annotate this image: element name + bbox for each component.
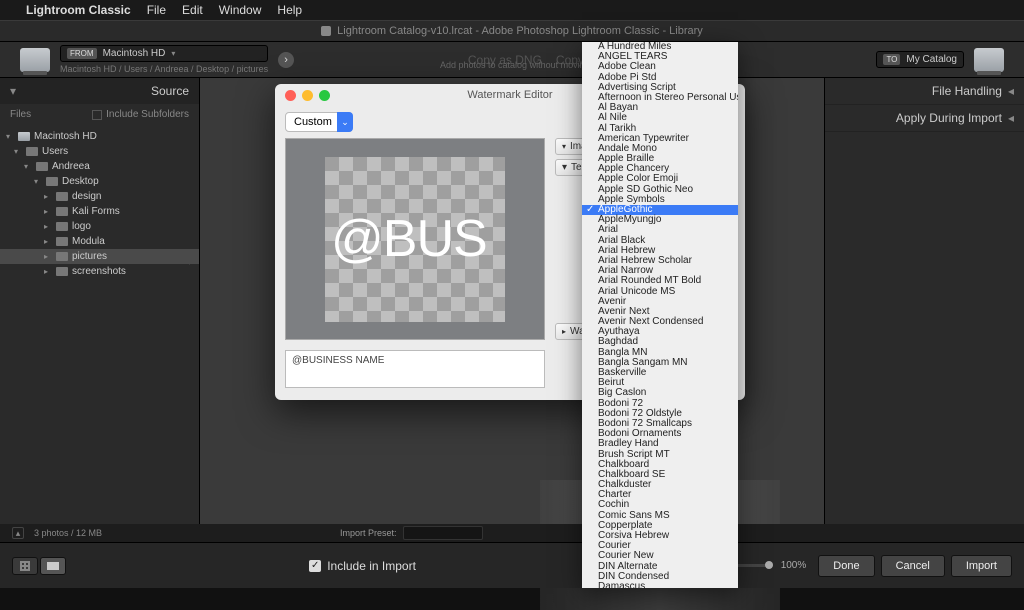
folder-icon <box>56 222 68 231</box>
check-icon: ✓ <box>309 560 321 572</box>
tree-row[interactable]: ▾ Users <box>0 144 199 159</box>
window-title: Lightroom Catalog-v10.lrcat - Adobe Phot… <box>0 20 1024 42</box>
files-row: Files Include Subfolders <box>0 104 199 125</box>
chevron-left-icon: ◂ <box>1008 84 1014 98</box>
app-name-menu[interactable]: Lightroom Classic <box>26 3 131 17</box>
tree-row[interactable]: ▾ Macintosh HD <box>0 129 199 144</box>
tree-row[interactable]: ▸ Modula <box>0 234 199 249</box>
tree-row[interactable]: ▸ design <box>0 189 199 204</box>
chevron-right-icon: ▸ <box>44 222 52 231</box>
tree-row[interactable]: ▸ logo <box>0 219 199 234</box>
chevron-right-icon: ▸ <box>44 267 52 276</box>
right-panel: File Handling◂ Apply During Import◂ <box>824 78 1024 588</box>
folder-icon <box>46 177 58 186</box>
photo-count: 3 photos / 12 MB <box>34 528 102 538</box>
font-option[interactable]: Arial Rounded MT Bold <box>582 276 738 286</box>
document-icon <box>321 26 331 36</box>
chevron-right-icon: ▸ <box>44 207 52 216</box>
loupe-icon <box>47 562 59 570</box>
tree-row[interactable]: ▸ pictures <box>0 249 199 264</box>
font-option[interactable]: Al Nile <box>582 113 738 123</box>
include-in-import[interactable]: ✓ Include in Import <box>309 559 416 573</box>
grid-icon <box>20 561 30 571</box>
source-drive-icon <box>20 48 50 72</box>
tree-label: Andreea <box>52 161 90 172</box>
chevron-updown-icon: ⌄ <box>337 112 353 132</box>
import-preset: Import Preset: <box>340 524 483 542</box>
tree-label: Kali Forms <box>72 206 120 217</box>
tree-row[interactable]: ▸ Kali Forms <box>0 204 199 219</box>
source-panel: ▾ Source Files Include Subfolders ▾ Macin… <box>0 78 200 588</box>
cancel-button[interactable]: Cancel <box>881 555 945 577</box>
folder-icon <box>56 237 68 246</box>
tree-label: Users <box>42 146 68 157</box>
folder-icon <box>56 207 68 216</box>
tree-label: design <box>72 191 101 202</box>
to-badge: TO <box>883 54 900 65</box>
menu-help[interactable]: Help <box>277 3 302 17</box>
chevron-down-icon: ▾ <box>34 177 42 186</box>
tree-label: Macintosh HD <box>34 131 97 142</box>
source-panel-header[interactable]: ▾ Source <box>0 78 199 104</box>
apply-during-import-header[interactable]: Apply During Import◂ <box>825 105 1024 132</box>
include-subfolders-checkbox[interactable] <box>92 110 102 120</box>
font-option[interactable]: Damascus <box>582 582 738 588</box>
drive-icon <box>18 132 30 141</box>
watermark-preview: @BUS <box>285 138 545 340</box>
dest-drive-icon <box>974 48 1004 72</box>
menu-file[interactable]: File <box>147 3 166 17</box>
chevron-right-icon: ▸ <box>44 192 52 201</box>
chevron-down-icon: ▾ <box>24 162 32 171</box>
destination: TO My Catalog <box>876 48 1004 72</box>
chevron-down-icon: ▾ <box>171 49 175 58</box>
tree-row[interactable]: ▾ Desktop <box>0 174 199 189</box>
tree-label: Desktop <box>62 176 99 187</box>
watermark-preset-select[interactable]: Custom ⌄ <box>285 112 353 132</box>
menu-window[interactable]: Window <box>219 3 262 17</box>
to-selector[interactable]: TO My Catalog <box>876 51 964 68</box>
folder-tree[interactable]: ▾ Macintosh HD ▾ Users ▾ Andreea ▾ Desktop ▸ desi… <box>0 125 199 588</box>
import-preset-dropdown[interactable] <box>403 526 484 540</box>
font-dropdown-list[interactable]: A Hundred MilesANGEL TEARSAdobe CleanAdo… <box>582 42 738 588</box>
mac-menubar: Lightroom Classic File Edit Window Help <box>0 0 1024 20</box>
from-badge: FROM <box>67 48 97 59</box>
done-button[interactable]: Done <box>818 555 874 577</box>
chevron-right-icon: ▸ <box>44 237 52 246</box>
tree-label: screenshots <box>72 266 126 277</box>
tree-row[interactable]: ▾ Andreea <box>0 159 199 174</box>
status-bar: ▴ 3 photos / 12 MB Import Preset: <box>0 524 1024 542</box>
menu-edit[interactable]: Edit <box>182 3 203 17</box>
tree-label: Modula <box>72 236 105 247</box>
chevron-down-icon: ▾ <box>6 132 14 141</box>
grid-view-button[interactable] <box>12 557 38 575</box>
chevron-left-icon: ◂ <box>1008 111 1014 125</box>
folder-icon <box>56 267 68 276</box>
watermark-preview-text: @BUS <box>325 209 487 269</box>
file-handling-header[interactable]: File Handling◂ <box>825 78 1024 105</box>
loupe-view-button[interactable] <box>40 557 66 575</box>
folder-icon <box>26 147 38 156</box>
footer-bar: ✓ Include in Import Zoom 100% Done Cance… <box>0 542 1024 588</box>
tree-label: logo <box>72 221 91 232</box>
zoom-thumb[interactable] <box>765 561 773 569</box>
chevron-right-icon: ▸ <box>44 252 52 261</box>
source-selector[interactable]: FROM Macintosh HD ▾ <box>60 45 268 62</box>
breadcrumb: Macintosh HD / Users / Andreea / Desktop… <box>60 64 268 74</box>
folder-icon <box>56 252 68 261</box>
font-option[interactable]: Bradley Hand <box>582 439 738 449</box>
folder-icon <box>56 192 68 201</box>
folder-icon <box>36 162 48 171</box>
import-button[interactable]: Import <box>951 555 1012 577</box>
expand-button[interactable]: ▴ <box>12 527 24 539</box>
tree-label: pictures <box>72 251 107 262</box>
arrow-right-icon[interactable]: › <box>278 52 294 68</box>
watermark-text-input[interactable]: @BUSINESS NAME <box>285 350 545 388</box>
chevron-down-icon: ▾ <box>14 147 22 156</box>
tree-row[interactable]: ▸ screenshots <box>0 264 199 279</box>
